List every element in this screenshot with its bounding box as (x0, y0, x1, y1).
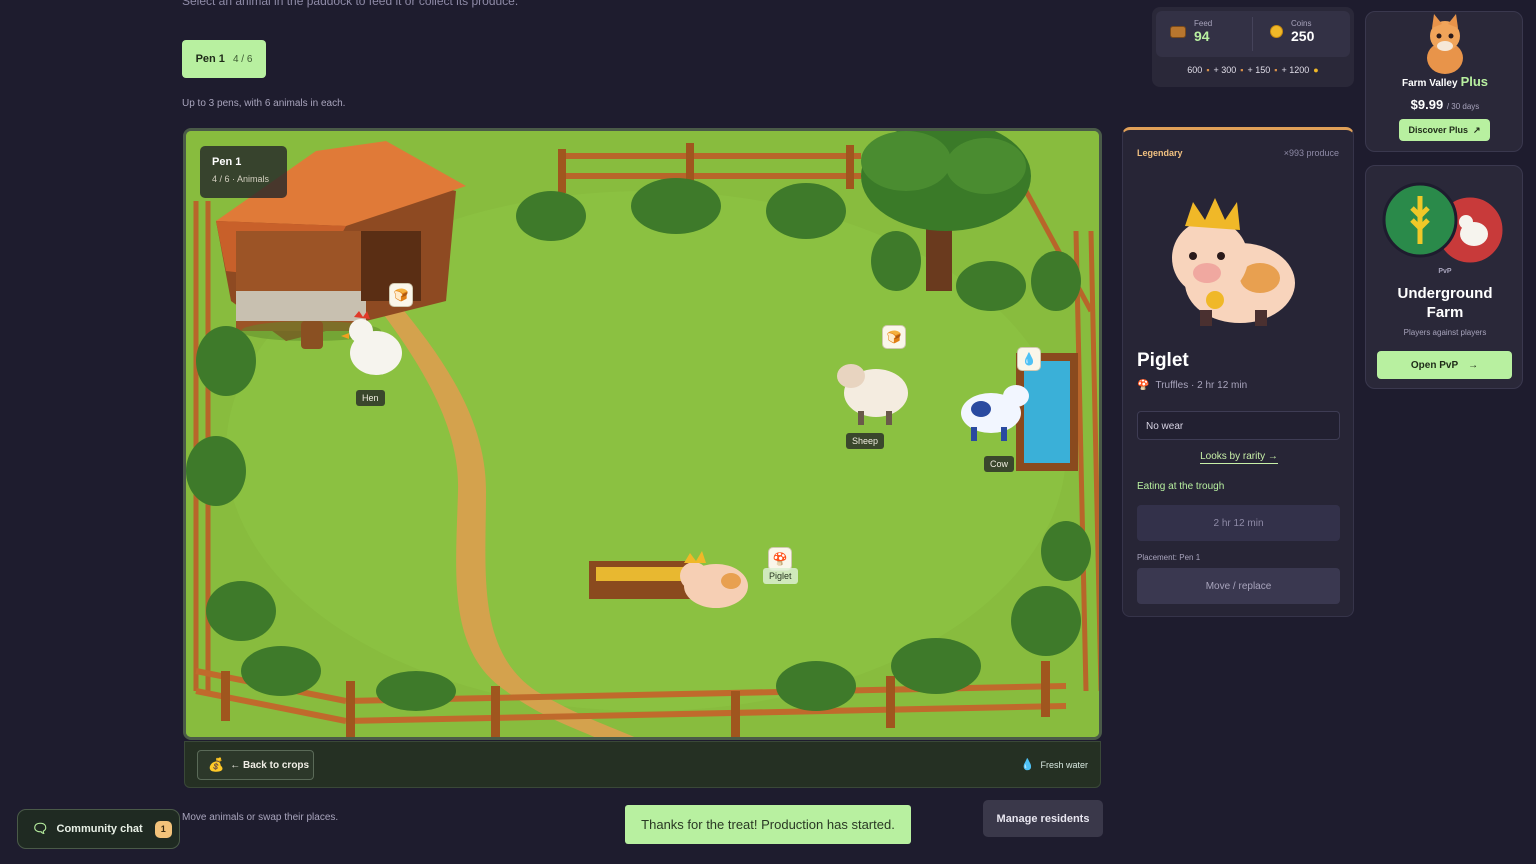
feed-icon: ▪ (1206, 65, 1210, 75)
community-chat-button[interactable]: 🗨 Community chat 1 (17, 809, 180, 849)
page-subtitle: Select an animal in the paddock to feed … (182, 0, 519, 8)
discover-plus-label: Discover Plus (1408, 125, 1468, 135)
feed-icon: ▪ (1274, 65, 1278, 75)
feed-icon (1170, 25, 1186, 38)
water-status: 💧 Fresh water (1021, 758, 1088, 771)
paddock-scene[interactable]: 🍞 🍞 💧 🍄 Hen Sheep Cow Piglet (183, 128, 1102, 740)
cat-mascot-icon (1427, 14, 1463, 74)
animal-tag-hen[interactable]: Hen (356, 390, 385, 406)
plus-period: / 30 days (1446, 102, 1480, 111)
coin-icon (1270, 25, 1283, 38)
move-hint: Move animals or swap their places. (182, 812, 339, 823)
egg-icon: 🍞 (393, 288, 409, 302)
back-to-crops-label: ← Back to crops (230, 759, 310, 771)
seed-bag-icon: 💰 (208, 757, 225, 772)
resources-panel: Feed 94 Coins 250 600 ▪ + 300 ▪ + 150 ▪ + 1… (1152, 7, 1354, 87)
discover-plus-button[interactable]: Discover Plus ↗ (1399, 119, 1490, 141)
coin-icon: ● (1313, 65, 1319, 75)
manage-residents-button[interactable]: Manage residents (983, 800, 1103, 837)
coins-resource: Coins 250 (1270, 19, 1314, 44)
pvp-subtitle: Players against players (1403, 328, 1487, 337)
animal-name: Piglet (1137, 350, 1189, 371)
water-status-label: Fresh water (1040, 759, 1088, 770)
pen-label: Pen 1 4 / 6 · Animals (200, 146, 287, 198)
resource-packs: 600 ▪ + 300 ▪ + 150 ▪ + 1200 ● (1152, 65, 1354, 75)
pen-label-count: 4 / 6 · Animals (212, 174, 270, 184)
open-pvp-label: Open PvP (1410, 359, 1459, 371)
production-info: 🍄 Truffles · 2 hr 12 min (1137, 380, 1247, 391)
tab-pen-1[interactable]: Pen 1 4 / 6 (182, 40, 266, 78)
pen-tab-label: Pen 1 (195, 53, 225, 65)
animal-detail-card: Legendary ×993 produce Piglet 🍄 Truffles… (1122, 127, 1354, 617)
plus-tier: Plus (1460, 74, 1489, 89)
pvp-tag: PvP (1438, 268, 1452, 275)
arrow-right-icon: → (1468, 359, 1479, 371)
pvp-promo-card: PvP Underground Farm Players against pla… (1365, 165, 1523, 389)
plus-price-value: $9.99 (1410, 97, 1444, 112)
feed-value: 94 (1194, 28, 1210, 44)
feed-resource: Feed 94 (1170, 19, 1212, 44)
pen-label-title: Pen 1 (212, 156, 242, 168)
external-link-icon: ↗ (1472, 124, 1481, 135)
water-drop-icon: 💧 (1021, 352, 1037, 366)
truffle-icon: 🍄 (1137, 380, 1150, 391)
pvp-title: Underground Farm (1397, 285, 1493, 321)
back-to-crops-button[interactable]: 💰 ← Back to crops (197, 750, 314, 780)
resources-summary: Feed 94 Coins 250 (1156, 11, 1350, 57)
animal-status: Eating at the trough (1137, 481, 1225, 492)
plus-price: $9.99 / 30 days (1366, 97, 1524, 112)
production-label: Truffles · 2 hr 12 min (1155, 380, 1248, 391)
produce-count: ×993 produce (1283, 148, 1339, 158)
plus-brand: Farm Valley (1401, 78, 1458, 89)
rarity-label: Legendary (1137, 148, 1183, 158)
cow-water-bubble[interactable]: 💧 (1017, 347, 1041, 371)
hen-produce-bubble[interactable]: 🍞 (389, 283, 413, 307)
feed-icon: ▪ (1240, 65, 1244, 75)
animal-tag-sheep[interactable]: Sheep (846, 433, 885, 449)
piglet-portrait (1172, 198, 1295, 326)
looks-by-rarity-label: Looks by rarity → (1200, 451, 1278, 464)
production-timer: 2 hr 12 min (1137, 505, 1340, 541)
wool-icon: 🍞 (886, 330, 902, 344)
community-chat-label: Community chat (56, 823, 143, 835)
pack-1200[interactable]: + 1200 (1281, 65, 1309, 75)
toast-message: Thanks for the treat! Production has sta… (625, 805, 911, 844)
open-pvp-button[interactable]: Open PvP → (1377, 351, 1512, 379)
community-chat-badge: 1 (154, 820, 172, 838)
paddock-footer: 💰 ← Back to crops 💧 Fresh water (184, 741, 1101, 788)
chat-icon: 🗨 (32, 821, 49, 836)
water-drop-icon: 💧 (1020, 759, 1035, 771)
coins-value: 250 (1291, 28, 1315, 44)
pack-150[interactable]: + 150 (1248, 65, 1271, 75)
sheep-produce-bubble[interactable]: 🍞 (882, 325, 906, 349)
feed-label: Feed (1194, 19, 1213, 28)
placement-label: Placement: Pen 1 (1137, 553, 1201, 562)
animal-tag-cow[interactable]: Cow (984, 456, 1015, 472)
truffle-icon: 🍄 (772, 552, 788, 566)
wear-field[interactable]: No wear (1137, 411, 1340, 440)
pack-300[interactable]: + 300 (1214, 65, 1237, 75)
pens-hint: Up to 3 pens, with 6 animals in each. (182, 98, 346, 109)
plus-promo-card: Farm Valley Plus $9.99 / 30 days Discover… (1365, 11, 1523, 152)
pack-600[interactable]: 600 (1187, 65, 1202, 75)
animal-tag-piglet[interactable]: Piglet (763, 568, 798, 584)
plus-title: Farm Valley Plus (1366, 74, 1524, 89)
pen-tab-count: 4 / 6 (232, 53, 253, 65)
coins-label: Coins (1291, 19, 1312, 28)
move-replace-button[interactable]: Move / replace (1137, 568, 1340, 604)
paddock-illustration (186, 131, 1099, 737)
looks-by-rarity-link[interactable]: Looks by rarity → (1123, 451, 1355, 464)
pvp-emblem (1382, 182, 1506, 266)
